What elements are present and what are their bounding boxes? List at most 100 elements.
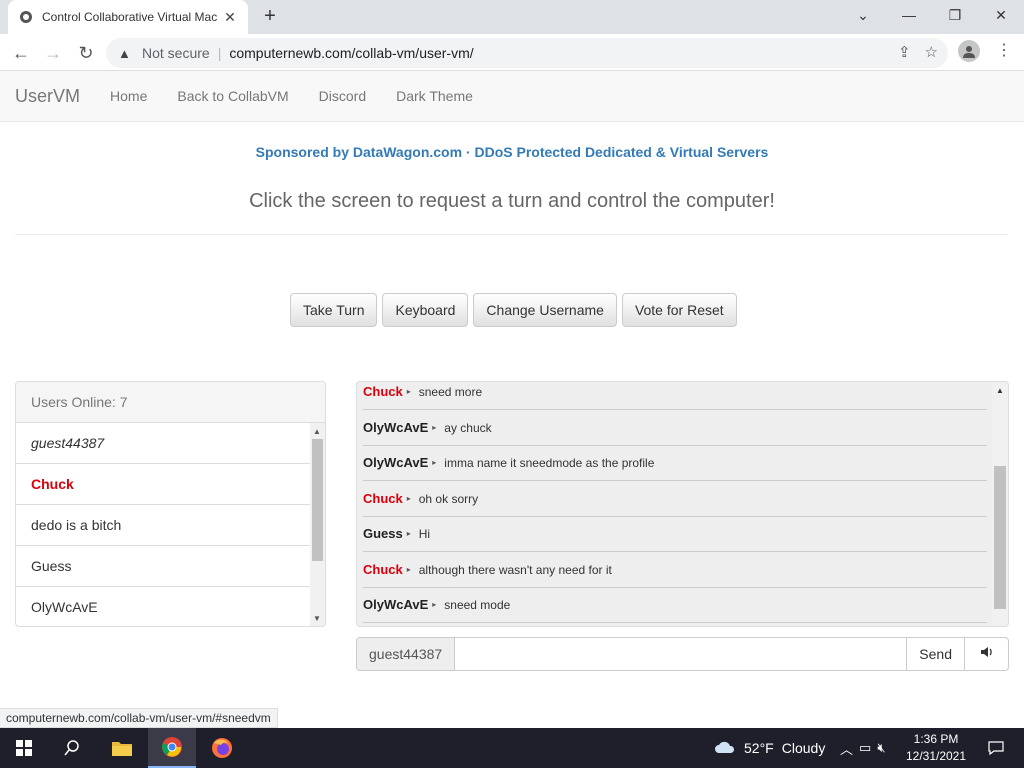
- not-secure-label: Not secure: [142, 45, 210, 61]
- caret-icon: ▸: [432, 458, 437, 467]
- user-list-item[interactable]: Guess: [16, 546, 310, 587]
- chat-username: Chuck: [363, 384, 403, 399]
- user-list-item[interactable]: OlyWcAvE: [16, 587, 310, 626]
- caret-icon: ▸: [432, 423, 437, 432]
- users-online-panel: Users Online: 7 guest44387 Chuck dedo is…: [15, 381, 326, 627]
- nav-link-discord[interactable]: Discord: [319, 88, 366, 104]
- vm-instructions[interactable]: Click the screen to request a turn and c…: [0, 190, 1024, 213]
- navbar-brand[interactable]: UserVM: [15, 86, 80, 107]
- caret-icon: ▸: [432, 600, 437, 609]
- user-list-item[interactable]: dedo is a bitch: [16, 505, 310, 546]
- chat-input-row: guest44387 Send: [356, 637, 1009, 671]
- windows-taskbar: 52°F Cloudy ︿ ▭ 🔇︎ 1:36 PM 12/31/2021: [0, 728, 1024, 768]
- status-bar-url: computernewb.com/collab-vm/user-vm/#snee…: [0, 708, 278, 728]
- minimize-icon[interactable]: —: [886, 0, 932, 32]
- nav-link-dark-theme[interactable]: Dark Theme: [396, 88, 473, 104]
- users-scrollbar[interactable]: ▲ ▼: [310, 423, 325, 626]
- browser-tab-strip: Control Collaborative Virtual Mac ✕ + ⌄ …: [0, 0, 1024, 34]
- tab-search-chevron-icon[interactable]: ⌄: [840, 0, 886, 32]
- restore-icon[interactable]: ❐: [932, 0, 978, 32]
- chat-message: Chuck ▸ sneed more: [363, 382, 987, 410]
- site-navbar: UserVM Home Back to CollabVM Discord Dar…: [0, 71, 1024, 122]
- change-username-button[interactable]: Change Username: [473, 293, 617, 327]
- volume-button[interactable]: [965, 637, 1009, 671]
- chrome-icon[interactable]: [148, 728, 196, 768]
- vm-button-row: Take Turn Keyboard Change Username Vote …: [290, 293, 737, 327]
- chat-username-addon: guest44387: [356, 637, 456, 671]
- chat-scrollbar[interactable]: ▲: [992, 382, 1008, 626]
- volume-muted-icon[interactable]: 🔇︎: [877, 740, 885, 756]
- url-text[interactable]: computernewb.com/collab-vm/user-vm/: [229, 45, 473, 61]
- address-bar[interactable]: ▲ Not secure | computernewb.com/collab-v…: [106, 38, 948, 68]
- profile-avatar-icon[interactable]: [958, 40, 980, 62]
- scroll-down-arrow-icon[interactable]: ▼: [313, 614, 321, 623]
- chat-text: oh ok sorry: [418, 491, 479, 506]
- vote-reset-button[interactable]: Vote for Reset: [621, 293, 737, 327]
- chat-message: Chuck ▸ although there wasn't any need for…: [363, 552, 987, 588]
- tab-close-icon[interactable]: ✕: [222, 9, 238, 26]
- browser-tab[interactable]: Control Collaborative Virtual Mac ✕: [8, 0, 248, 34]
- nav-link-home[interactable]: Home: [110, 88, 147, 104]
- reload-icon[interactable]: ↻: [73, 40, 99, 66]
- taskbar-clock[interactable]: 1:36 PM 12/31/2021: [904, 731, 968, 765]
- chat-username: OlyWcAvE: [363, 455, 429, 470]
- chat-message: Guess ▸ Hi: [363, 516, 987, 552]
- favicon-icon: [18, 9, 34, 25]
- new-tab-button[interactable]: +: [258, 4, 282, 28]
- browser-toolbar: ← → ↻ ▲ Not secure | computernewb.com/co…: [0, 34, 1024, 71]
- chat-message: Chuck ▸ oh ok sorry: [363, 481, 987, 517]
- chat-username: Guess: [363, 526, 403, 541]
- sponsor-link[interactable]: Sponsored by DataWagon.com · DDoS Protec…: [0, 144, 1024, 160]
- user-list-item[interactable]: Chuck: [16, 464, 310, 505]
- chat-scrollbar-thumb[interactable]: [994, 466, 1006, 609]
- tray-chevron-up-icon[interactable]: ︿: [840, 739, 853, 758]
- scroll-up-arrow-icon[interactable]: ▲: [313, 427, 321, 436]
- chat-message: OlyWcAvE ▸ imma name it sneedmode as the p…: [363, 445, 987, 481]
- caret-icon: ▸: [406, 494, 411, 503]
- speaker-icon: [980, 647, 992, 657]
- browser-menu-icon[interactable]: ⋮: [996, 40, 1012, 60]
- file-explorer-icon[interactable]: [98, 728, 146, 768]
- forward-arrow-icon[interactable]: →: [40, 40, 66, 66]
- tab-title: Control Collaborative Virtual Mac: [42, 10, 218, 24]
- user-list-item[interactable]: guest44387: [16, 423, 310, 464]
- clock-date: 12/31/2021: [905, 749, 967, 763]
- firefox-icon[interactable]: [198, 728, 246, 768]
- system-tray: ︿ ▭ 🔇︎: [840, 728, 886, 768]
- address-divider: |: [217, 45, 222, 61]
- bookmark-star-icon[interactable]: ☆: [925, 43, 938, 61]
- chat-text: Hi: [418, 526, 431, 541]
- chat-text: sneed more: [418, 384, 483, 399]
- chat-message-input[interactable]: [455, 637, 907, 671]
- start-windows-icon[interactable]: [0, 728, 48, 768]
- warning-icon: ▲: [118, 45, 131, 61]
- back-arrow-icon[interactable]: ←: [8, 40, 34, 66]
- send-button[interactable]: Send: [906, 637, 965, 671]
- search-icon[interactable]: [48, 728, 96, 768]
- chat-text: although there wasn't any need for it: [418, 562, 612, 577]
- network-icon[interactable]: ▭: [859, 740, 871, 756]
- chat-scroll-up-icon[interactable]: ▲: [996, 386, 1004, 395]
- chat-text: sneed mode: [444, 597, 511, 612]
- chat-text: imma name it sneedmode as the profile: [444, 455, 655, 470]
- keyboard-button[interactable]: Keyboard: [382, 293, 469, 327]
- close-window-icon[interactable]: ✕: [978, 0, 1024, 32]
- chat-panel: Chuck ▸ sneed more OlyWcAvE ▸ ay chuck OlyWc…: [356, 381, 1009, 627]
- caret-icon: ▸: [406, 565, 411, 574]
- users-scrollbar-thumb[interactable]: [312, 439, 323, 561]
- chat-username: Chuck: [363, 491, 403, 506]
- nav-link-back-to-collabvm[interactable]: Back to CollabVM: [177, 88, 288, 104]
- chat-message: OlyWcAvE ▸ ay chuck: [363, 410, 987, 446]
- weather-widget[interactable]: 52°F Cloudy: [714, 728, 825, 768]
- cloud-icon: [714, 740, 736, 757]
- clock-time: 1:36 PM: [913, 732, 959, 746]
- share-icon[interactable]: ⇪: [898, 43, 911, 61]
- notification-icon[interactable]: [976, 728, 1016, 768]
- chat-text: ay chuck: [444, 420, 492, 435]
- chat-username: Chuck: [363, 562, 403, 577]
- caret-icon: ▸: [406, 529, 411, 538]
- users-online-header: Users Online: 7: [16, 382, 325, 423]
- take-turn-button[interactable]: Take Turn: [290, 293, 378, 327]
- weather-desc: Cloudy: [781, 740, 826, 756]
- divider: [15, 234, 1008, 235]
